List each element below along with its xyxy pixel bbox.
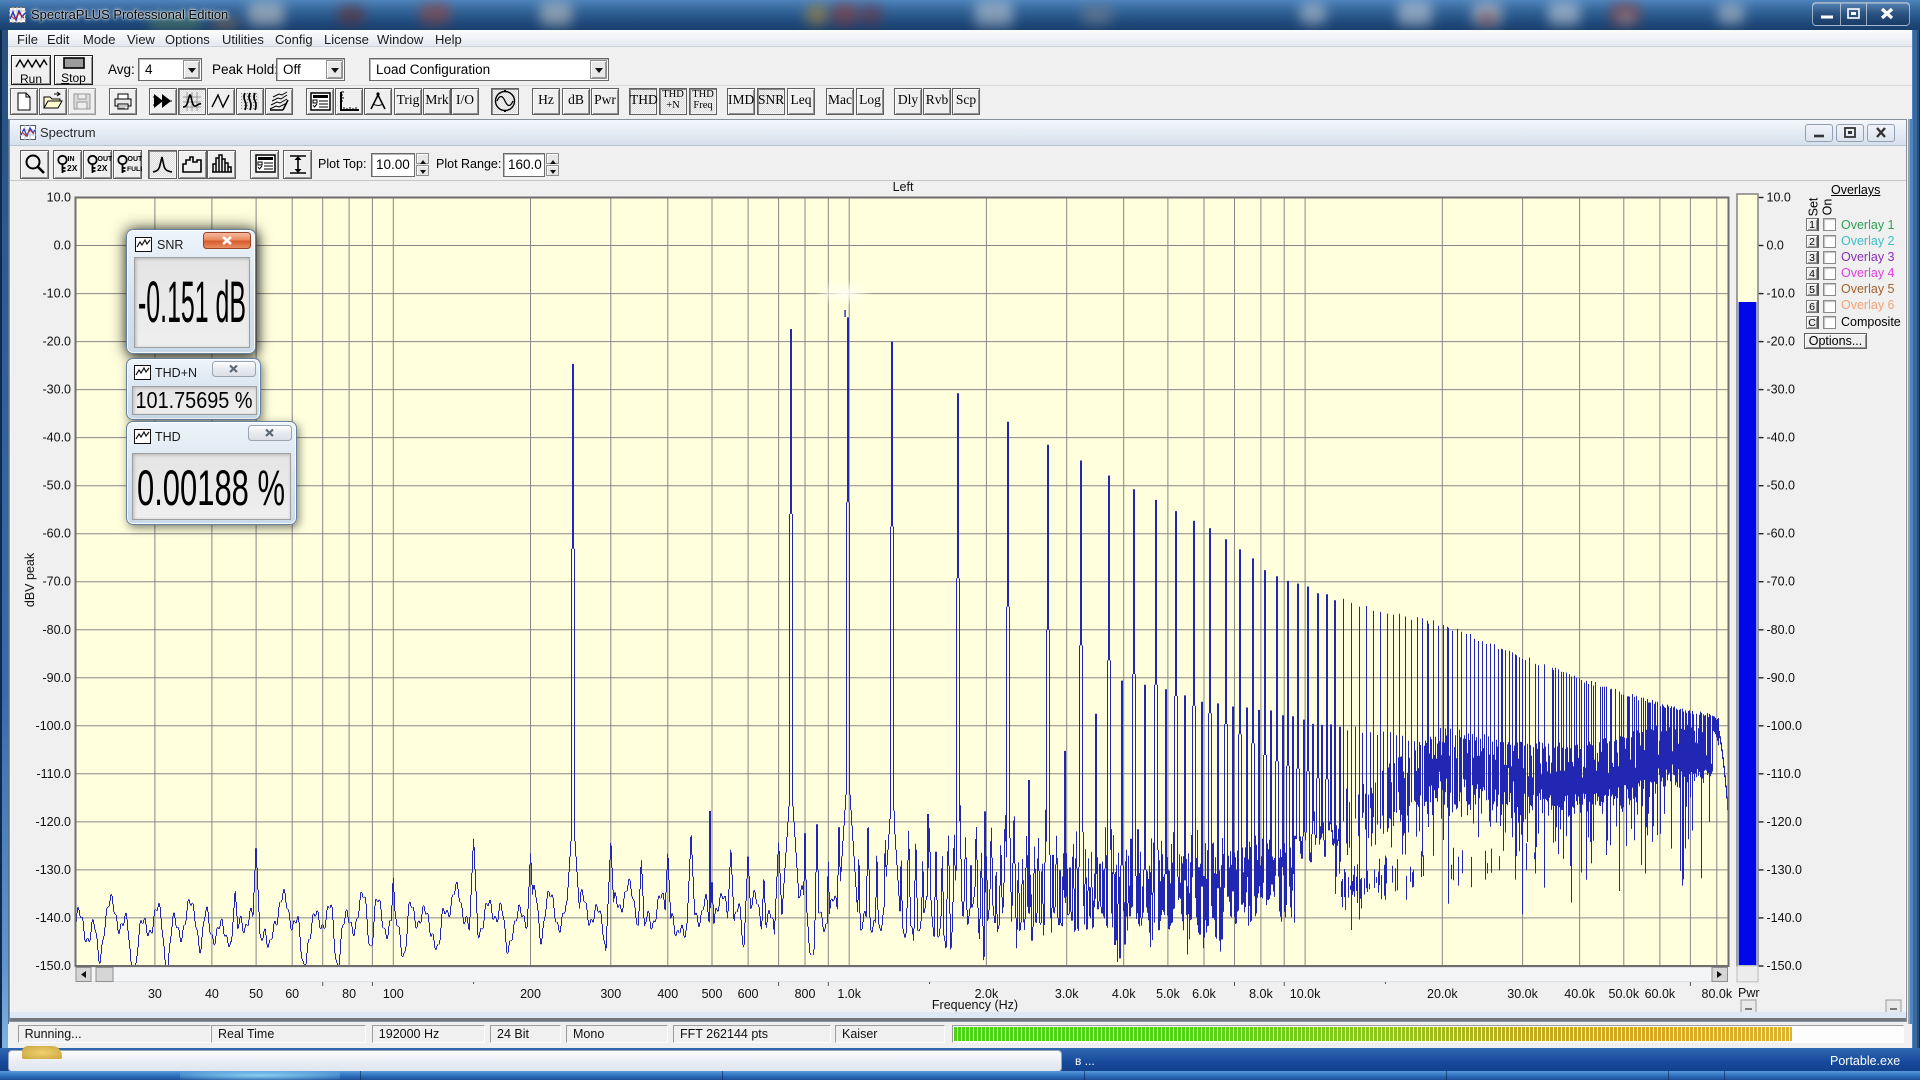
svg-text:600: 600 (738, 987, 759, 1001)
svg-text:3.0k: 3.0k (1055, 987, 1079, 1001)
svg-text:-20.0: -20.0 (43, 335, 72, 349)
svg-text:800: 800 (795, 987, 816, 1001)
svg-text:Pwr: Pwr (1738, 986, 1760, 1000)
svg-text:4.0k: 4.0k (1112, 987, 1136, 1001)
svg-text:-100.0: -100.0 (36, 719, 71, 733)
svg-text:-150.0: -150.0 (36, 959, 71, 973)
svg-text:-70.0: -70.0 (43, 575, 72, 589)
svg-text:60.0k: 60.0k (1645, 987, 1676, 1001)
svg-text:-0.151 dB: -0.151 dB (138, 270, 246, 335)
svg-text:-80.0: -80.0 (1767, 623, 1796, 637)
svg-text:50.0k: 50.0k (1609, 987, 1640, 1001)
svg-text:2X: 2X (67, 163, 78, 173)
svg-text:80: 80 (342, 987, 356, 1001)
svg-text:0.0: 0.0 (54, 239, 71, 253)
svg-text:0.00188 %: 0.00188 % (137, 460, 285, 516)
svg-text:400: 400 (657, 987, 678, 1001)
svg-text:10.0k: 10.0k (1290, 987, 1321, 1001)
svg-text:2X: 2X (97, 163, 108, 173)
svg-text:-80.0: -80.0 (43, 623, 72, 637)
svg-text:-110.0: -110.0 (36, 767, 71, 781)
svg-text:-20.0: -20.0 (1767, 335, 1796, 349)
svg-text:100: 100 (383, 987, 404, 1001)
svg-text:-130.0: -130.0 (36, 863, 71, 877)
svg-text:-90.0: -90.0 (1767, 671, 1796, 685)
svg-text:-70.0: -70.0 (1767, 575, 1796, 589)
svg-text:50: 50 (249, 987, 263, 1001)
svg-text:-140.0: -140.0 (36, 911, 71, 925)
svg-text:-110.0: -110.0 (1767, 767, 1802, 781)
svg-text:40.0k: 40.0k (1564, 987, 1595, 1001)
svg-text:10.0: 10.0 (47, 191, 71, 205)
svg-text:Frequency (Hz): Frequency (Hz) (932, 998, 1018, 1012)
svg-text:OUT: OUT (128, 156, 143, 163)
svg-text:-30.0: -30.0 (1767, 383, 1796, 397)
svg-text:Left: Left (893, 180, 914, 194)
svg-text:101.75695 %: 101.75695 % (136, 387, 253, 413)
svg-text:-40.0: -40.0 (43, 431, 72, 445)
svg-text:30.0k: 30.0k (1507, 987, 1538, 1001)
svg-text:60: 60 (285, 987, 299, 1001)
svg-text:1.0k: 1.0k (837, 987, 861, 1001)
svg-text:0.0: 0.0 (1767, 239, 1784, 253)
svg-text:300: 300 (600, 987, 621, 1001)
svg-text:-150.0: -150.0 (1767, 959, 1802, 973)
svg-text:-50.0: -50.0 (43, 479, 72, 493)
svg-text:200: 200 (520, 987, 541, 1001)
svg-text:IN: IN (68, 156, 75, 163)
svg-text:-10.0: -10.0 (43, 287, 72, 301)
svg-text:OUT: OUT (98, 156, 113, 163)
svg-text:FULL: FULL (127, 166, 142, 173)
svg-text:20.0k: 20.0k (1427, 987, 1458, 1001)
svg-text:80.0k: 80.0k (1702, 987, 1733, 1001)
svg-text:-130.0: -130.0 (1767, 863, 1802, 877)
svg-text:-100.0: -100.0 (1767, 719, 1802, 733)
svg-text:-60.0: -60.0 (43, 527, 72, 541)
svg-text:dBV peak: dBV peak (23, 552, 37, 607)
svg-text:8.0k: 8.0k (1249, 987, 1273, 1001)
svg-text:-140.0: -140.0 (1767, 911, 1802, 925)
svg-text:-60.0: -60.0 (1767, 527, 1796, 541)
svg-text:-120.0: -120.0 (1767, 815, 1802, 829)
svg-text:-40.0: -40.0 (1767, 431, 1796, 445)
svg-text:-30.0: -30.0 (43, 383, 72, 397)
svg-text:-90.0: -90.0 (43, 671, 72, 685)
svg-text:40: 40 (205, 987, 219, 1001)
svg-text:10.0: 10.0 (1767, 191, 1791, 205)
svg-text:-10.0: -10.0 (1767, 287, 1796, 301)
svg-text:500: 500 (702, 987, 723, 1001)
svg-text:30: 30 (148, 987, 162, 1001)
svg-text:5.0k: 5.0k (1156, 987, 1180, 1001)
svg-text:-120.0: -120.0 (36, 815, 71, 829)
svg-text:-50.0: -50.0 (1767, 479, 1796, 493)
svg-text:6.0k: 6.0k (1192, 987, 1216, 1001)
